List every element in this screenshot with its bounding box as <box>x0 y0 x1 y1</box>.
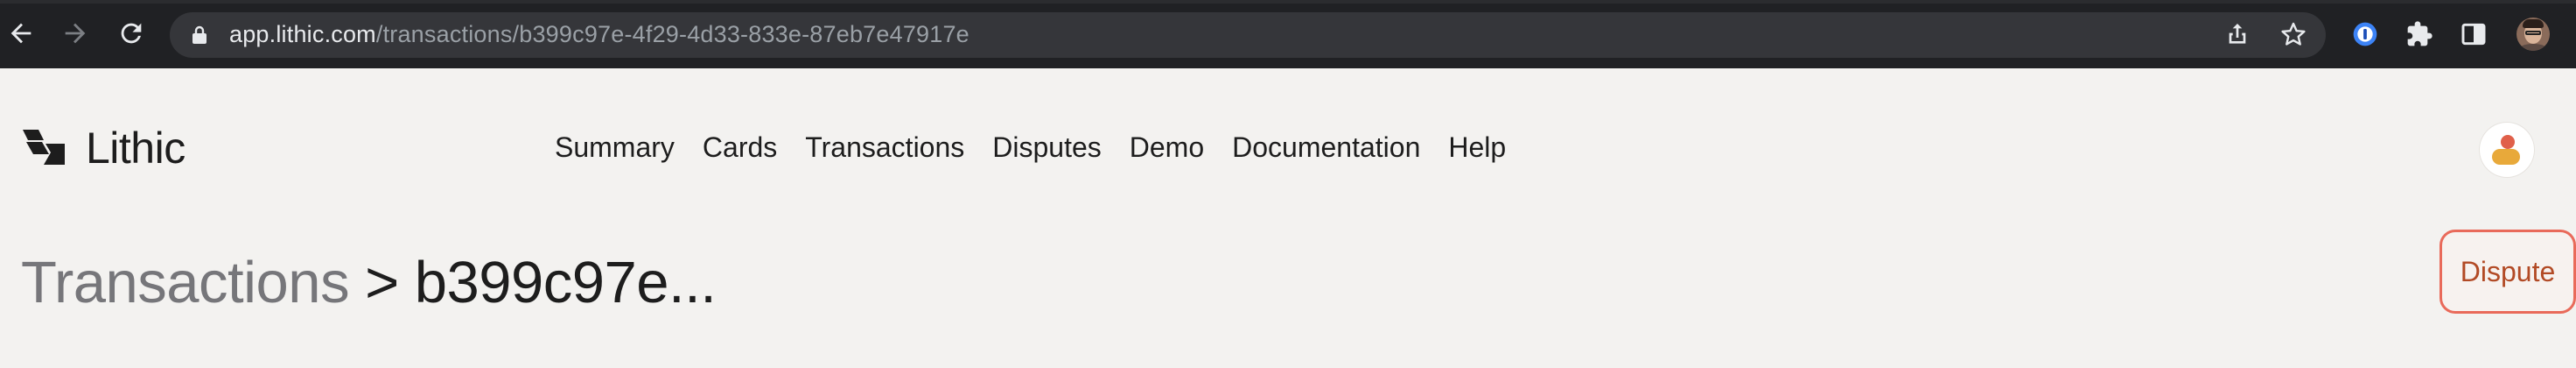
avatar-body-shape <box>2492 149 2520 165</box>
profile-avatar[interactable] <box>2516 18 2550 51</box>
dispute-button[interactable]: Dispute <box>2440 230 2576 314</box>
logo-wordmark[interactable]: Lithic <box>86 123 186 173</box>
page-title: Transactions > b399c97e... <box>21 249 717 316</box>
avatar-head-shape <box>2501 135 2515 149</box>
puzzle-extension-icon[interactable] <box>2404 19 2434 49</box>
main-nav: Summary Cards Transactions Disputes Demo… <box>555 131 1534 164</box>
share-icon[interactable] <box>2222 19 2252 49</box>
password-manager-icon[interactable] <box>2350 19 2380 49</box>
url-path: /transactions/b399c97e-4f29-4d33-833e-87… <box>375 21 970 47</box>
url-host: app.lithic.com <box>229 21 376 47</box>
nav-summary[interactable]: Summary <box>555 131 675 164</box>
nav-disputes[interactable]: Disputes <box>992 131 1102 164</box>
star-icon[interactable] <box>2278 19 2308 49</box>
back-arrow-icon[interactable] <box>4 16 38 51</box>
browser-tab-strip <box>0 0 2576 4</box>
forward-arrow-icon[interactable] <box>58 16 93 51</box>
user-avatar[interactable] <box>2480 123 2534 177</box>
nav-cards[interactable]: Cards <box>703 131 777 164</box>
breadcrumb-transactions[interactable]: Transactions <box>21 250 350 315</box>
breadcrumb-separator: > <box>365 250 399 315</box>
sidebar-icon[interactable] <box>2459 19 2488 49</box>
lithic-logo-icon[interactable] <box>23 130 66 166</box>
nav-transactions[interactable]: Transactions <box>805 131 964 164</box>
lock-icon <box>192 25 206 44</box>
transaction-id: b399c97e... <box>414 250 717 315</box>
url-text[interactable]: app.lithic.com/transactions/b399c97e-4f2… <box>229 21 970 48</box>
nav-help[interactable]: Help <box>1448 131 1506 164</box>
nav-demo[interactable]: Demo <box>1130 131 1204 164</box>
nav-documentation[interactable]: Documentation <box>1232 131 1420 164</box>
reload-icon[interactable] <box>114 16 149 51</box>
